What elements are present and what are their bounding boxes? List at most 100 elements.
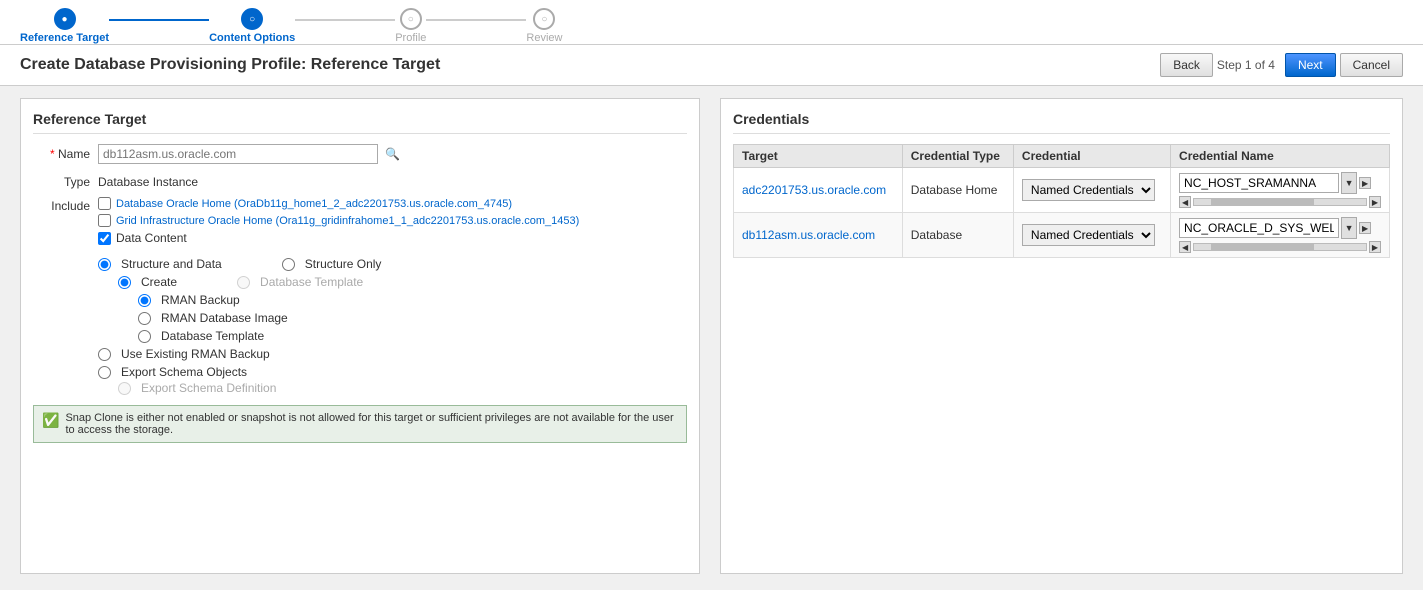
rman-backup-label: RMAN Backup (161, 293, 240, 307)
wizard-step-review[interactable]: ○ Review (526, 8, 562, 44)
name-label: * Name (33, 144, 98, 161)
target-link-1[interactable]: adc2201753.us.oracle.com (742, 183, 886, 197)
cred-name-cell-2: ▼ ▶ ◀ ▶ (1171, 213, 1390, 258)
target-link-2[interactable]: db112asm.us.oracle.com (742, 228, 875, 242)
step-label-3: Profile (395, 32, 426, 44)
grid-infra-home-checkbox[interactable] (98, 214, 111, 227)
structure-radio-group: Structure and Data Structure Only (98, 257, 687, 271)
db-template-disabled-radio (237, 276, 250, 289)
name-input[interactable] (98, 144, 378, 164)
export-schema-radio[interactable] (98, 366, 111, 379)
use-existing-label: Use Existing RMAN Backup (121, 347, 270, 361)
cred-name-wrapper-2: ▼ ▶ ◀ ▶ (1179, 217, 1381, 253)
scroll-track-2 (1193, 243, 1367, 251)
rman-db-image-radio[interactable] (138, 312, 151, 325)
wizard-steps: ● Reference Target ○ Content Options ○ P… (20, 8, 562, 44)
db-template-radio[interactable] (138, 330, 151, 343)
page-title: Create Database Provisioning Profile: Re… (20, 56, 440, 74)
scroll-right-btn-1b[interactable]: ▶ (1369, 196, 1381, 208)
radio-use-existing: Use Existing RMAN Backup (98, 347, 687, 361)
structure-only-radio[interactable] (282, 258, 295, 271)
db-template-disabled-label: Database Template (260, 275, 363, 289)
cred-type-cell-1: Database Home (902, 168, 1013, 213)
wizard-step-content-options[interactable]: ○ Content Options (209, 8, 295, 44)
cred-name-input-row-1: ▼ ▶ (1179, 172, 1381, 194)
cred-name-dropdown-btn-2[interactable]: ▼ (1341, 217, 1357, 239)
db-oracle-home-checkbox[interactable] (98, 197, 111, 210)
use-existing-group: Use Existing RMAN Backup Export Schema O… (98, 347, 687, 379)
table-row: db112asm.us.oracle.com Database Named Cr… (734, 213, 1390, 258)
rman-group: RMAN Backup RMAN Database Image Database… (138, 293, 687, 343)
search-icon[interactable]: 🔍 (385, 147, 400, 161)
data-content-section: Structure and Data Structure Only Create (98, 257, 687, 395)
step-info: Step 1 of 4 (1217, 58, 1275, 72)
radio-db-template-disabled: Database Template (237, 275, 363, 289)
scroll-left-btn-1[interactable]: ◀ (1179, 196, 1191, 208)
table-row: adc2201753.us.oracle.com Database Home N… (734, 168, 1390, 213)
cred-scroll-bar-2: ◀ ▶ (1179, 241, 1381, 253)
radio-rman-db-image: RMAN Database Image (138, 311, 687, 325)
export-schema-def-label: Export Schema Definition (141, 381, 276, 395)
include-options: Database Oracle Home (OraDb11g_home1_2_a… (98, 197, 687, 249)
credentials-table: Target Credential Type Credential Creden… (733, 144, 1390, 258)
cred-name-input-1[interactable] (1179, 173, 1339, 193)
cred-name-cell-1: ▼ ▶ ◀ ▶ (1171, 168, 1390, 213)
scroll-thumb-2 (1211, 244, 1314, 250)
required-star: * (50, 147, 58, 161)
cred-name-input-2[interactable] (1179, 218, 1339, 238)
radio-structure-only: Structure Only (282, 257, 382, 271)
use-existing-radio[interactable] (98, 348, 111, 361)
structure-data-label: Structure and Data (121, 257, 222, 271)
scroll-right-btn-1[interactable]: ▶ (1359, 177, 1371, 189)
back-button[interactable]: Back (1160, 53, 1213, 77)
step-circle-4: ○ (533, 8, 555, 30)
cred-select-1[interactable]: Named Credentials (1022, 179, 1155, 201)
radio-structure-data: Structure and Data (98, 257, 222, 271)
cred-select-wrapper-1: Named Credentials (1022, 179, 1162, 201)
scroll-track-1 (1193, 198, 1367, 206)
notice-icon: ✅ (42, 412, 59, 429)
export-schema-def-radio (118, 382, 131, 395)
rman-backup-radio[interactable] (138, 294, 151, 307)
scroll-left-btn-2[interactable]: ◀ (1179, 241, 1191, 253)
left-panel: Reference Target * Name 🔍 Type Database … (20, 98, 700, 574)
step-circle-3: ○ (400, 8, 422, 30)
checkbox-row-3: Data Content (98, 231, 687, 245)
structure-only-label: Structure Only (305, 257, 382, 271)
cred-select-2[interactable]: Named Credentials (1022, 224, 1155, 246)
right-panel: Credentials Target Credential Type Crede… (720, 98, 1403, 574)
wizard-step-reference-target[interactable]: ● Reference Target (20, 8, 109, 44)
checkbox-row-2: Grid Infrastructure Oracle Home (Ora11g_… (98, 214, 687, 227)
step-circle-2: ○ (241, 8, 263, 30)
scroll-right-btn-2b[interactable]: ▶ (1369, 241, 1381, 253)
wizard-step-profile[interactable]: ○ Profile (395, 8, 426, 44)
cred-name-input-row-2: ▼ ▶ (1179, 217, 1381, 239)
db-oracle-home-label: Database Oracle Home (OraDb11g_home1_2_a… (116, 198, 512, 210)
export-schema-def-group: Export Schema Definition (118, 381, 687, 395)
wizard-bar: ● Reference Target ○ Content Options ○ P… (0, 0, 1423, 45)
radio-rman-backup: RMAN Backup (138, 293, 687, 307)
cancel-button[interactable]: Cancel (1340, 53, 1403, 77)
next-button[interactable]: Next (1285, 53, 1336, 77)
notice-bar: ✅ Snap Clone is either not enabled or sn… (33, 405, 687, 443)
cred-scroll-bar-1: ◀ ▶ (1179, 196, 1381, 208)
include-label: Include (33, 197, 98, 213)
type-row: Type Database Instance (33, 172, 687, 189)
col-target: Target (734, 145, 903, 168)
notice-text: Snap Clone is either not enabled or snap… (65, 412, 678, 436)
checkbox-row-1: Database Oracle Home (OraDb11g_home1_2_a… (98, 197, 687, 210)
export-schema-label: Export Schema Objects (121, 365, 247, 379)
cred-name-dropdown-btn-1[interactable]: ▼ (1341, 172, 1357, 194)
db-template-label: Database Template (161, 329, 264, 343)
create-label: Create (141, 275, 177, 289)
cred-type-cell-2: Database (902, 213, 1013, 258)
scroll-right-btn-2[interactable]: ▶ (1359, 222, 1371, 234)
step-label-2: Content Options (209, 32, 295, 44)
cred-select-wrapper-2: Named Credentials (1022, 224, 1162, 246)
radio-db-template: Database Template (138, 329, 687, 343)
structure-data-radio[interactable] (98, 258, 111, 271)
create-radio[interactable] (118, 276, 131, 289)
connector-3-4 (426, 19, 526, 21)
data-content-checkbox[interactable] (98, 232, 111, 245)
col-cred-name: Credential Name (1171, 145, 1390, 168)
